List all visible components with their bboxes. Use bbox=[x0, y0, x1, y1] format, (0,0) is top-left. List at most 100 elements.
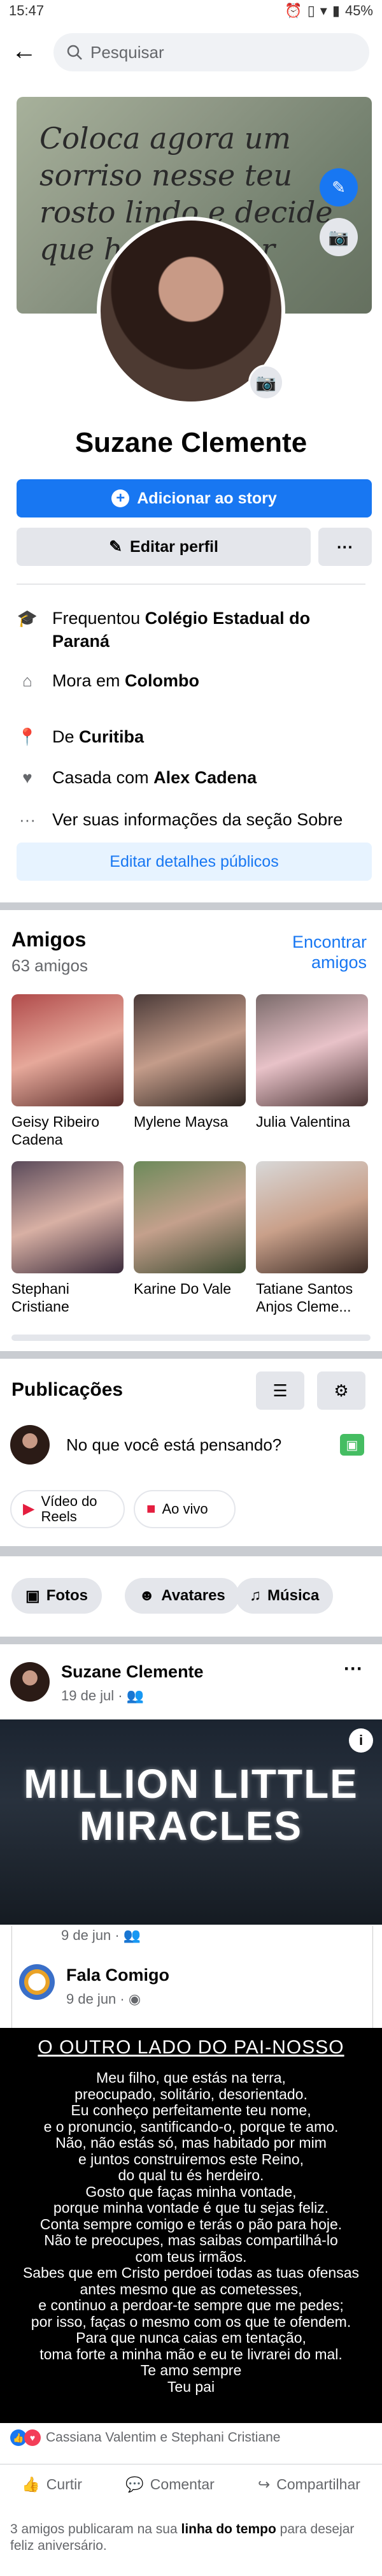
prayer-body: Meu filho, que estás na terra, preocupado… bbox=[0, 2069, 382, 2395]
alarm-icon: ⏰ bbox=[285, 3, 302, 18]
prayer-line: antes mesmo que as cometesses, bbox=[80, 2280, 302, 2297]
comment-label: Comentar bbox=[150, 2476, 215, 2493]
avatar[interactable] bbox=[10, 1662, 50, 1702]
reactions-summary[interactable]: 👍 ♥ Cassiana Valentim e Stephani Cristia… bbox=[10, 2429, 280, 2446]
edit-profile-button[interactable]: ✎ Editar perfil bbox=[17, 528, 311, 566]
birthday-note: 3 amigos publicaram na sua linha do temp… bbox=[10, 2521, 367, 2554]
prayer-line: toma forte a minha mão e eu te livrarei … bbox=[39, 2345, 343, 2363]
music-note-icon: ♫ bbox=[250, 1587, 261, 1604]
music-chip-label: Música bbox=[267, 1587, 320, 1604]
music-chip[interactable]: ♫ Música bbox=[236, 1578, 334, 1614]
prayer-line: Conta sempre comigo e terás o pão para h… bbox=[39, 2215, 343, 2232]
friend-card[interactable]: Mylene Maysa bbox=[134, 994, 246, 1131]
sliders-icon: ☰ bbox=[272, 1380, 288, 1400]
status-bar: 15:47 ⏰ ▯ ▾ ▮ 45% bbox=[0, 0, 382, 23]
profile-more-button[interactable]: ··· bbox=[318, 528, 372, 566]
add-story-button[interactable]: + Adicionar ao story bbox=[17, 479, 372, 517]
share-label: Compartilhar bbox=[276, 2476, 360, 2493]
live-button[interactable]: ■ Ao vivo bbox=[134, 1490, 236, 1528]
prayer-line: Te amo sempre bbox=[140, 2362, 242, 2378]
friend-photo bbox=[11, 994, 124, 1106]
reactions-text: Cassiana Valentim e Stephani Cristiane bbox=[46, 2430, 281, 2445]
avatars-chip-label: Avatares bbox=[161, 1587, 225, 1604]
about-see-more[interactable]: ··· Ver suas informações da seção Sobre bbox=[17, 808, 372, 831]
publications-title: Publicações bbox=[11, 1379, 124, 1400]
photo-icon[interactable]: ▣ bbox=[340, 1434, 364, 1456]
shared-peek-date-text: 9 de jun · bbox=[61, 1927, 124, 1943]
filter-button[interactable]: ☰ bbox=[256, 1371, 304, 1410]
friend-photo bbox=[134, 1161, 246, 1273]
photos-chip[interactable]: ▣ Fotos bbox=[11, 1578, 103, 1614]
friend-card[interactable]: Tatiane Santos Anjos Cleme... bbox=[256, 1161, 368, 1315]
section-separator bbox=[0, 902, 382, 910]
globe-icon: ◉ bbox=[128, 1991, 141, 2007]
friend-photo bbox=[134, 994, 246, 1106]
timeline-link[interactable]: linha do tempo bbox=[181, 2522, 276, 2536]
gear-icon: ⚙ bbox=[334, 1380, 349, 1400]
prayer-line: porque minha vontade é que tu sejas feli… bbox=[53, 2199, 329, 2216]
search-input[interactable]: Pesquisar bbox=[53, 33, 369, 71]
post-date-text: 19 de jul · bbox=[61, 1688, 127, 1704]
prayer-line: Gosto que faças minha vontade, bbox=[85, 2183, 297, 2200]
friend-card[interactable]: Geisy Ribeiro Cadena bbox=[11, 994, 124, 1148]
pencil-icon: ✎ bbox=[109, 538, 123, 556]
prayer-line: com teus irmãos. bbox=[135, 2248, 247, 2265]
friend-name: Karine Do Vale bbox=[134, 1280, 231, 1297]
post-actions: 👍 Curtir 💬 Comentar ↪ Compartilhar bbox=[0, 2464, 382, 2505]
avatar-camera-icon[interactable]: 📷 bbox=[248, 365, 284, 400]
prayer-line: do qual tu és herdeiro. bbox=[118, 2167, 264, 2183]
friends-audience-icon: 👥 bbox=[123, 1927, 141, 1943]
shared-date: 9 de jun · ◉ bbox=[66, 1991, 141, 2008]
friends-count: 63 amigos bbox=[11, 956, 88, 975]
info-icon[interactable]: i bbox=[349, 1728, 373, 1753]
reels-label: Vídeo do Reels bbox=[41, 1493, 97, 1524]
find-friends-link[interactable]: Encontrar amigos bbox=[265, 932, 367, 973]
about-relationship-prefix: Casada com bbox=[52, 768, 154, 787]
story-shortcut-icon[interactable]: ✎ bbox=[320, 168, 358, 206]
prayer-line: e juntos construiremos este Reino, bbox=[78, 2150, 304, 2167]
prayer-image[interactable]: O OUTRO LADO DO PAI-NOSSO Meu filho, que… bbox=[0, 2028, 382, 2423]
about-lives-prefix: Mora em bbox=[52, 671, 125, 690]
share-icon: ↪ bbox=[257, 2476, 271, 2493]
about-relationship-partner[interactable]: Alex Cadena bbox=[153, 768, 257, 787]
cover-camera-icon[interactable]: 📷 bbox=[320, 218, 358, 256]
avatar[interactable] bbox=[19, 1964, 55, 2000]
plus-circle-icon: + bbox=[111, 489, 130, 507]
shared-date-text: 9 de jun · bbox=[66, 1991, 129, 2007]
status-time: 15:47 bbox=[9, 3, 45, 18]
like-button[interactable]: 👍 Curtir bbox=[22, 2476, 82, 2493]
post-date: 19 de jul · 👥 bbox=[61, 1688, 144, 1704]
like-label: Curtir bbox=[46, 2476, 82, 2493]
friends-audience-icon: 👥 bbox=[126, 1688, 145, 1704]
edit-public-details-button[interactable]: Editar detalhes públicos bbox=[17, 843, 372, 881]
compose-prompt[interactable]: No que você está pensando? bbox=[66, 1435, 281, 1455]
share-button[interactable]: ↪ Compartilhar bbox=[258, 2476, 360, 2493]
ellipsis-icon: ··· bbox=[19, 810, 36, 829]
prayer-line: Eu conheço perfeitamente teu nome, bbox=[71, 2102, 311, 2118]
see-all-friends-button[interactable] bbox=[11, 1335, 371, 1341]
friend-card[interactable]: Karine Do Vale bbox=[134, 1161, 246, 1298]
shared-peek-date: 9 de jun · 👥 bbox=[61, 1927, 141, 1944]
avatars-chip[interactable]: ☻ Avatares bbox=[125, 1578, 239, 1614]
friend-name: Mylene Maysa bbox=[134, 1113, 229, 1130]
settings-button[interactable]: ⚙ bbox=[317, 1371, 365, 1410]
avatar[interactable] bbox=[10, 1425, 50, 1465]
section-separator bbox=[0, 1637, 382, 1644]
about-from-city[interactable]: Curitiba bbox=[79, 727, 144, 746]
love-reaction-icon: ♥ bbox=[24, 2429, 41, 2446]
comment-button[interactable]: 💬 Comentar bbox=[125, 2476, 215, 2493]
shared-author[interactable]: Fala Comigo bbox=[66, 1965, 169, 1985]
photos-chip-label: Fotos bbox=[46, 1587, 88, 1604]
friend-card[interactable]: Julia Valentina bbox=[256, 994, 368, 1131]
reels-button[interactable]: ▶ Vídeo do Reels bbox=[10, 1490, 125, 1528]
live-video-icon: ■ bbox=[146, 1500, 156, 1517]
back-arrow-icon[interactable]: ← bbox=[11, 37, 39, 65]
shared-video[interactable]: MILLION LITTLE MIRACLES i bbox=[0, 1719, 382, 1925]
about-lives-city[interactable]: Colombo bbox=[125, 671, 199, 690]
footer-prefix: 3 amigos publicaram na sua bbox=[10, 2522, 181, 2536]
heart-icon: ♥ bbox=[22, 768, 32, 787]
post-author[interactable]: Suzane Clemente bbox=[61, 1662, 204, 1682]
prayer-line: Para que nunca caias em tentação, bbox=[76, 2329, 306, 2346]
friend-card[interactable]: Stephani Cristiane bbox=[11, 1161, 124, 1315]
post-more-button[interactable]: ··· bbox=[344, 1658, 363, 1680]
